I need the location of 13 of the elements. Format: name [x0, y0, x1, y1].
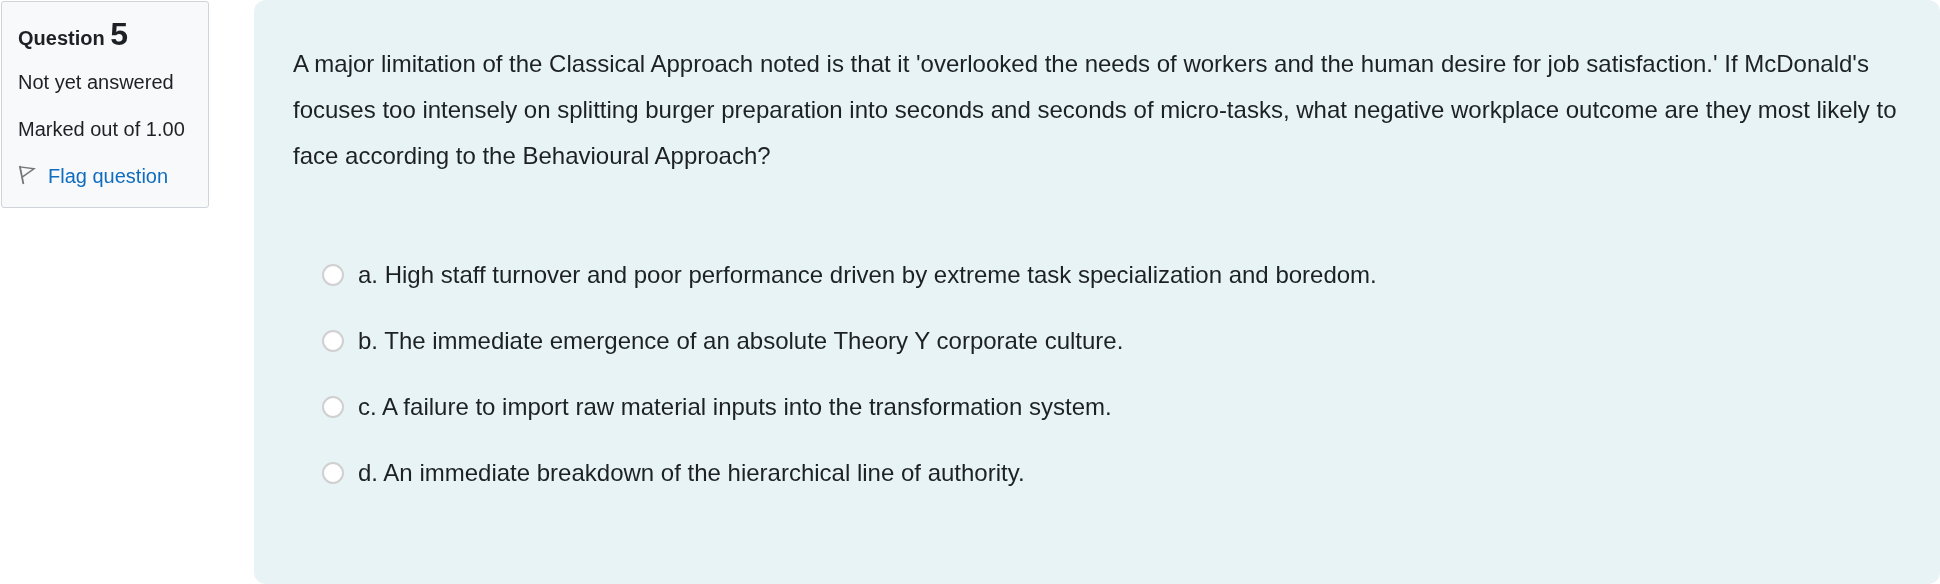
answer-option[interactable]: c. A failure to import raw material inputs into the transformation system. [358, 389, 1112, 425]
answer-option[interactable]: b. The immediate emergence of an absolute Theory Y corporate culture. [358, 323, 1124, 359]
answer-option[interactable]: d. An immediate breakdown of the hierarchical line of authority. [358, 455, 1025, 491]
question-marks: Marked out of 1.00 [18, 117, 186, 142]
answer-option[interactable]: a. High staff turnover and poor performance driven by extreme task specialization and boredom. [358, 257, 1377, 293]
question-number: Question 5 [18, 20, 130, 52]
question-text: A major limitation of the Classical Approach noted is that it 'overlooked the needs of workers and the human desire for job satisfaction.' If McDonald's focuses too intensely on splitting burger preparation into seconds and seconds of micro-tasks, what negative workplace outcome are they most likely to face according to the Behavioural Approach? [293, 49, 1898, 171]
radio-button[interactable] [322, 264, 344, 286]
radio-button[interactable] [322, 396, 344, 418]
radio-button[interactable] [322, 462, 344, 484]
question-status: Not yet answered [18, 70, 175, 95]
radio-button[interactable] [322, 330, 344, 352]
flag-question-link[interactable]: Flag question [48, 165, 169, 187]
